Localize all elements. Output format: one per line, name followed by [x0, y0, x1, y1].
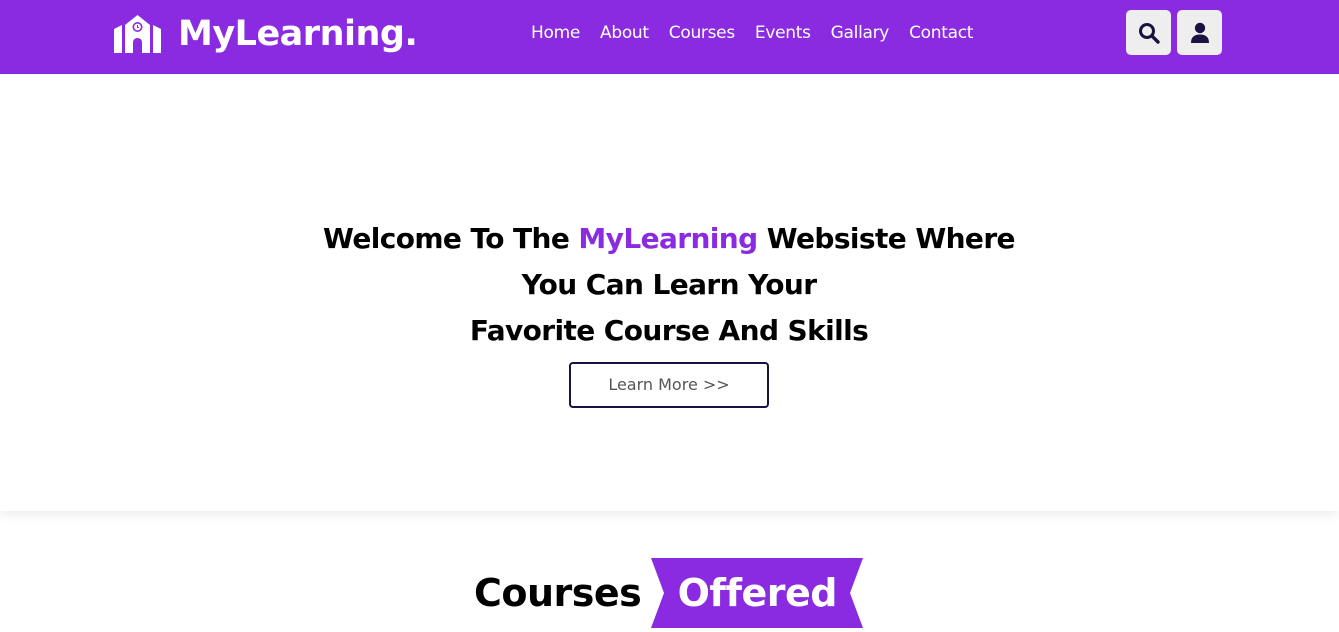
logo-text: MyLearning. — [178, 14, 418, 54]
offered-badge: Offered — [651, 558, 864, 628]
learn-more-button[interactable]: Learn More >> — [569, 362, 769, 408]
hero-section: Welcome To The MyLearning Websiste Where… — [0, 74, 1339, 511]
search-icon — [1138, 22, 1160, 44]
nav-courses[interactable]: Courses — [669, 19, 735, 47]
hero-title-accent: MyLearning — [578, 222, 758, 255]
courses-title-part2: Offered — [677, 571, 838, 615]
hero-title-pre: Welcome To The — [323, 222, 579, 255]
hero-title-line3: Favorite Course And Skills — [469, 314, 869, 347]
nav-about[interactable]: About — [600, 19, 649, 47]
nav-home[interactable]: Home — [531, 19, 580, 47]
nav-events[interactable]: Events — [755, 19, 811, 47]
hero-title: Welcome To The MyLearning Websiste Where… — [269, 216, 1069, 354]
user-icon — [1190, 22, 1209, 43]
user-button[interactable] — [1177, 10, 1222, 55]
courses-heading: Courses Offered — [474, 558, 864, 628]
hero-title-line2: You Can Learn Your — [521, 268, 817, 301]
site-header: MyLearning. Home About Courses Events Ga… — [0, 0, 1339, 74]
main-nav: Home About Courses Events Gallary Contac… — [531, 19, 973, 47]
search-button[interactable] — [1126, 10, 1171, 55]
nav-gallary[interactable]: Gallary — [831, 19, 890, 47]
courses-title-part1: Courses — [474, 571, 642, 615]
school-icon — [114, 15, 161, 53]
nav-contact[interactable]: Contact — [909, 19, 973, 47]
site-logo[interactable]: MyLearning. — [114, 12, 418, 56]
hero-title-post: Websiste Where — [757, 222, 1016, 255]
